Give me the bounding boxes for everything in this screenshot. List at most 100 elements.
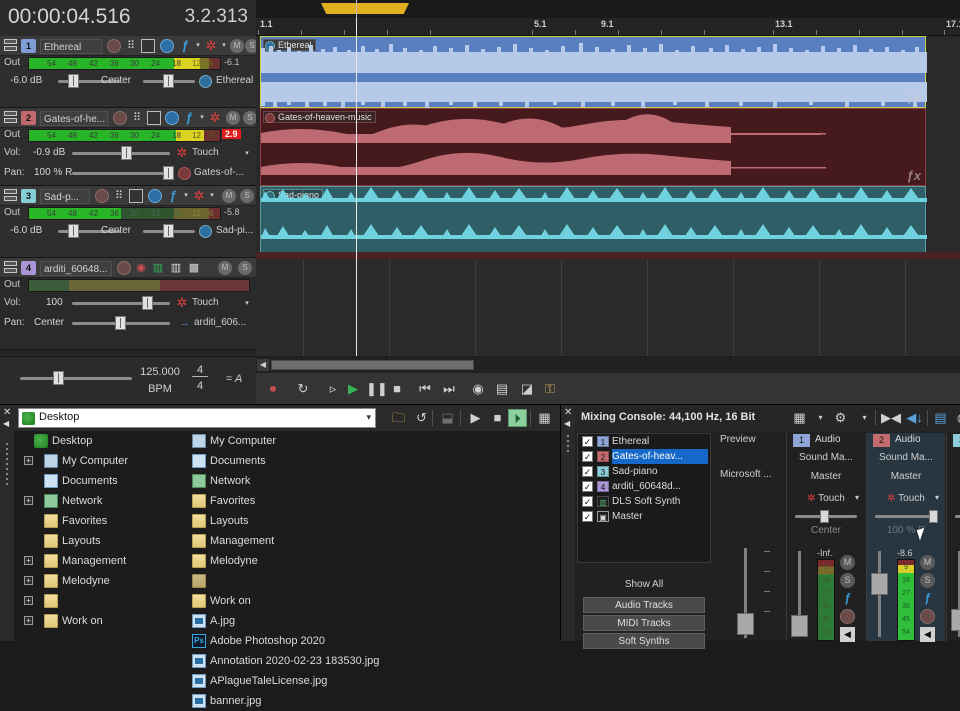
- chevron-down-icon[interactable]: ▾: [182, 189, 190, 203]
- timecode-value[interactable]: 00:00:04.516: [8, 5, 131, 29]
- s-button-icon[interactable]: S: [238, 261, 252, 275]
- track-size-icon[interactable]: [4, 189, 17, 203]
- gear-icon[interactable]: ✲: [204, 39, 218, 53]
- m-button-icon[interactable]: M: [226, 111, 240, 125]
- tempo-value[interactable]: 125.000: [130, 366, 190, 378]
- browser-dock-handle[interactable]: ✕ ◀: [0, 405, 14, 641]
- tree-item-desktop[interactable]: Desktop: [14, 431, 184, 451]
- track-number[interactable]: 3: [21, 189, 36, 203]
- track-visible-checkbox[interactable]: ✓: [582, 436, 593, 447]
- tree-item-work-on[interactable]: + Work on: [14, 611, 184, 631]
- stop-icon[interactable]: ■: [388, 380, 406, 398]
- track-name[interactable]: Sad-p...: [40, 189, 90, 204]
- step-sequencer-icon[interactable]: ▩: [187, 261, 201, 275]
- loop-region[interactable]: [321, 3, 409, 14]
- pan-value[interactable]: Center: [101, 225, 131, 236]
- view-icon[interactable]: ▦: [790, 409, 809, 427]
- path-value[interactable]: Desktop: [39, 411, 79, 423]
- s-button-icon[interactable]: S: [240, 189, 254, 203]
- chevron-down-icon[interactable]: ▾: [198, 111, 206, 125]
- strip-input[interactable]: Sound Ma...: [867, 452, 945, 463]
- track-3-titlerow[interactable]: 3 Sad-p... ⠿ ƒ ▾ ✲ ▾ M S: [0, 186, 256, 206]
- open-folder-icon[interactable]: 🗀: [389, 409, 408, 427]
- import-icon[interactable]: ⬓: [438, 409, 457, 427]
- midi-echo-icon[interactable]: ◉: [134, 261, 148, 275]
- s-button-icon[interactable]: S: [840, 573, 855, 588]
- track-number[interactable]: 1: [21, 39, 36, 53]
- meters-icon[interactable]: ▤: [931, 409, 950, 427]
- fx-icon[interactable]: ƒ: [166, 189, 180, 203]
- mixer-track-row[interactable]: ✓ 3 Sad-piano: [578, 464, 710, 479]
- track-name[interactable]: Gates-of-heav...: [612, 449, 708, 464]
- chevron-down-icon[interactable]: ▾: [811, 409, 830, 427]
- pan-value[interactable]: Center: [34, 317, 64, 328]
- mixer-track-list[interactable]: ✓ 1 Ethereal ✓ 2 Gates-of-heav... ✓ 3 Sa…: [577, 433, 711, 563]
- gear-icon[interactable]: ✲: [887, 493, 895, 504]
- mixer-track-row[interactable]: ✓ ▥ DLS Soft Synth: [578, 494, 710, 509]
- timeline-ruler[interactable]: 1.1 5.1 9.1 13.1 17.1: [256, 18, 960, 36]
- pan-slider[interactable]: [163, 166, 174, 180]
- playhead[interactable]: [356, 18, 357, 356]
- track-name[interactable]: Master: [612, 509, 708, 524]
- expand-icon[interactable]: +: [24, 556, 33, 565]
- track-number[interactable]: 2: [21, 111, 36, 125]
- path-combobox[interactable]: Desktop ▾: [18, 408, 376, 428]
- m-button-icon[interactable]: M: [222, 189, 236, 203]
- strip-input[interactable]: Sound M: [947, 452, 960, 463]
- collapse-icon[interactable]: ◀: [3, 419, 9, 428]
- track-size-icon[interactable]: [4, 111, 17, 125]
- m-button-icon[interactable]: M: [920, 555, 935, 570]
- output-meter[interactable]: [28, 279, 250, 292]
- list-item[interactable]: Layouts: [190, 511, 560, 531]
- scroll-thumb[interactable]: [271, 360, 474, 370]
- strip-automation[interactable]: Touch: [898, 493, 925, 504]
- strip-pan-slider[interactable]: [820, 510, 829, 523]
- output-meter[interactable]: 544842 363024 18126: [28, 207, 221, 220]
- clip-ethereal[interactable]: Ethereal: [260, 36, 926, 108]
- track-name[interactable]: Sad-piano: [612, 464, 708, 479]
- tree-item-management[interactable]: + Management: [14, 551, 184, 571]
- list-item[interactable]: Management: [190, 531, 560, 551]
- list-item[interactable]: Work on: [190, 591, 560, 611]
- metronome-icon[interactable]: ◉: [469, 380, 487, 398]
- s-button-icon[interactable]: S: [920, 573, 935, 588]
- preview-strip[interactable]: Preview Microsoft ...: [716, 433, 784, 641]
- track-name[interactable]: Ethereal: [40, 39, 102, 54]
- chevron-down-icon[interactable]: ▾: [208, 189, 216, 203]
- time-display[interactable]: 00:00:04.516 3.2.313: [0, 0, 256, 36]
- output-name[interactable]: Sad-pi...: [216, 225, 253, 236]
- volume-slider[interactable]: [142, 296, 153, 310]
- list-item[interactable]: Favorites: [190, 491, 560, 511]
- output-name[interactable]: Ethereal: [216, 75, 253, 86]
- tree-item-network[interactable]: + Network: [14, 491, 184, 511]
- list-item[interactable]: Ps Adobe Photoshop 2020: [190, 631, 560, 651]
- chevron-down-icon[interactable]: ▾: [194, 39, 202, 53]
- output-routing-icon[interactable]: [178, 167, 191, 180]
- channel-strip-3[interactable]: 3 Au Sound M Mast ✲ Touc Cen -5.2 918273…: [946, 433, 960, 641]
- output-routing-icon[interactable]: [199, 225, 212, 238]
- chevron-down-icon[interactable]: ▾: [855, 493, 859, 502]
- track-number[interactable]: 4: [21, 261, 36, 275]
- pan-slider[interactable]: [163, 224, 174, 238]
- globe-icon[interactable]: ◍: [953, 409, 960, 427]
- key-icon[interactable]: ⚿: [541, 380, 559, 398]
- tree-item-melodyne[interactable]: + Melodyne: [14, 571, 184, 591]
- list-item[interactable]: A.jpg: [190, 611, 560, 631]
- filter-soft-synths-button[interactable]: Soft Synths: [583, 633, 705, 649]
- drag-handle[interactable]: [567, 435, 569, 455]
- close-icon[interactable]: ✕: [3, 407, 11, 418]
- strip-pan-slider[interactable]: [929, 510, 938, 523]
- track-4-titlerow[interactable]: 4 arditi_60648... ◉ ▥ ▥ ▩ M S: [0, 258, 256, 278]
- channel-strip-1[interactable]: 1 Audio Sound Ma... Master ✲ Touch ▾ Cen…: [786, 433, 865, 641]
- record-arm-icon[interactable]: [840, 609, 855, 624]
- list-item[interactable]: APlagueTaleLicense.jpg: [190, 671, 560, 691]
- filter-midi-tracks-button[interactable]: MIDI Tracks: [583, 615, 705, 631]
- expand-icon[interactable]: +: [24, 456, 33, 465]
- tree-item-favorites[interactable]: Favorites: [14, 511, 184, 531]
- output-routing-icon[interactable]: [199, 75, 212, 88]
- record-icon[interactable]: ⏺: [264, 380, 282, 398]
- strip-fader[interactable]: [791, 615, 808, 637]
- strip-input[interactable]: Sound Ma...: [787, 452, 865, 463]
- m-button-icon[interactable]: M: [840, 555, 855, 570]
- measures-value[interactable]: 3.2.313: [185, 6, 248, 28]
